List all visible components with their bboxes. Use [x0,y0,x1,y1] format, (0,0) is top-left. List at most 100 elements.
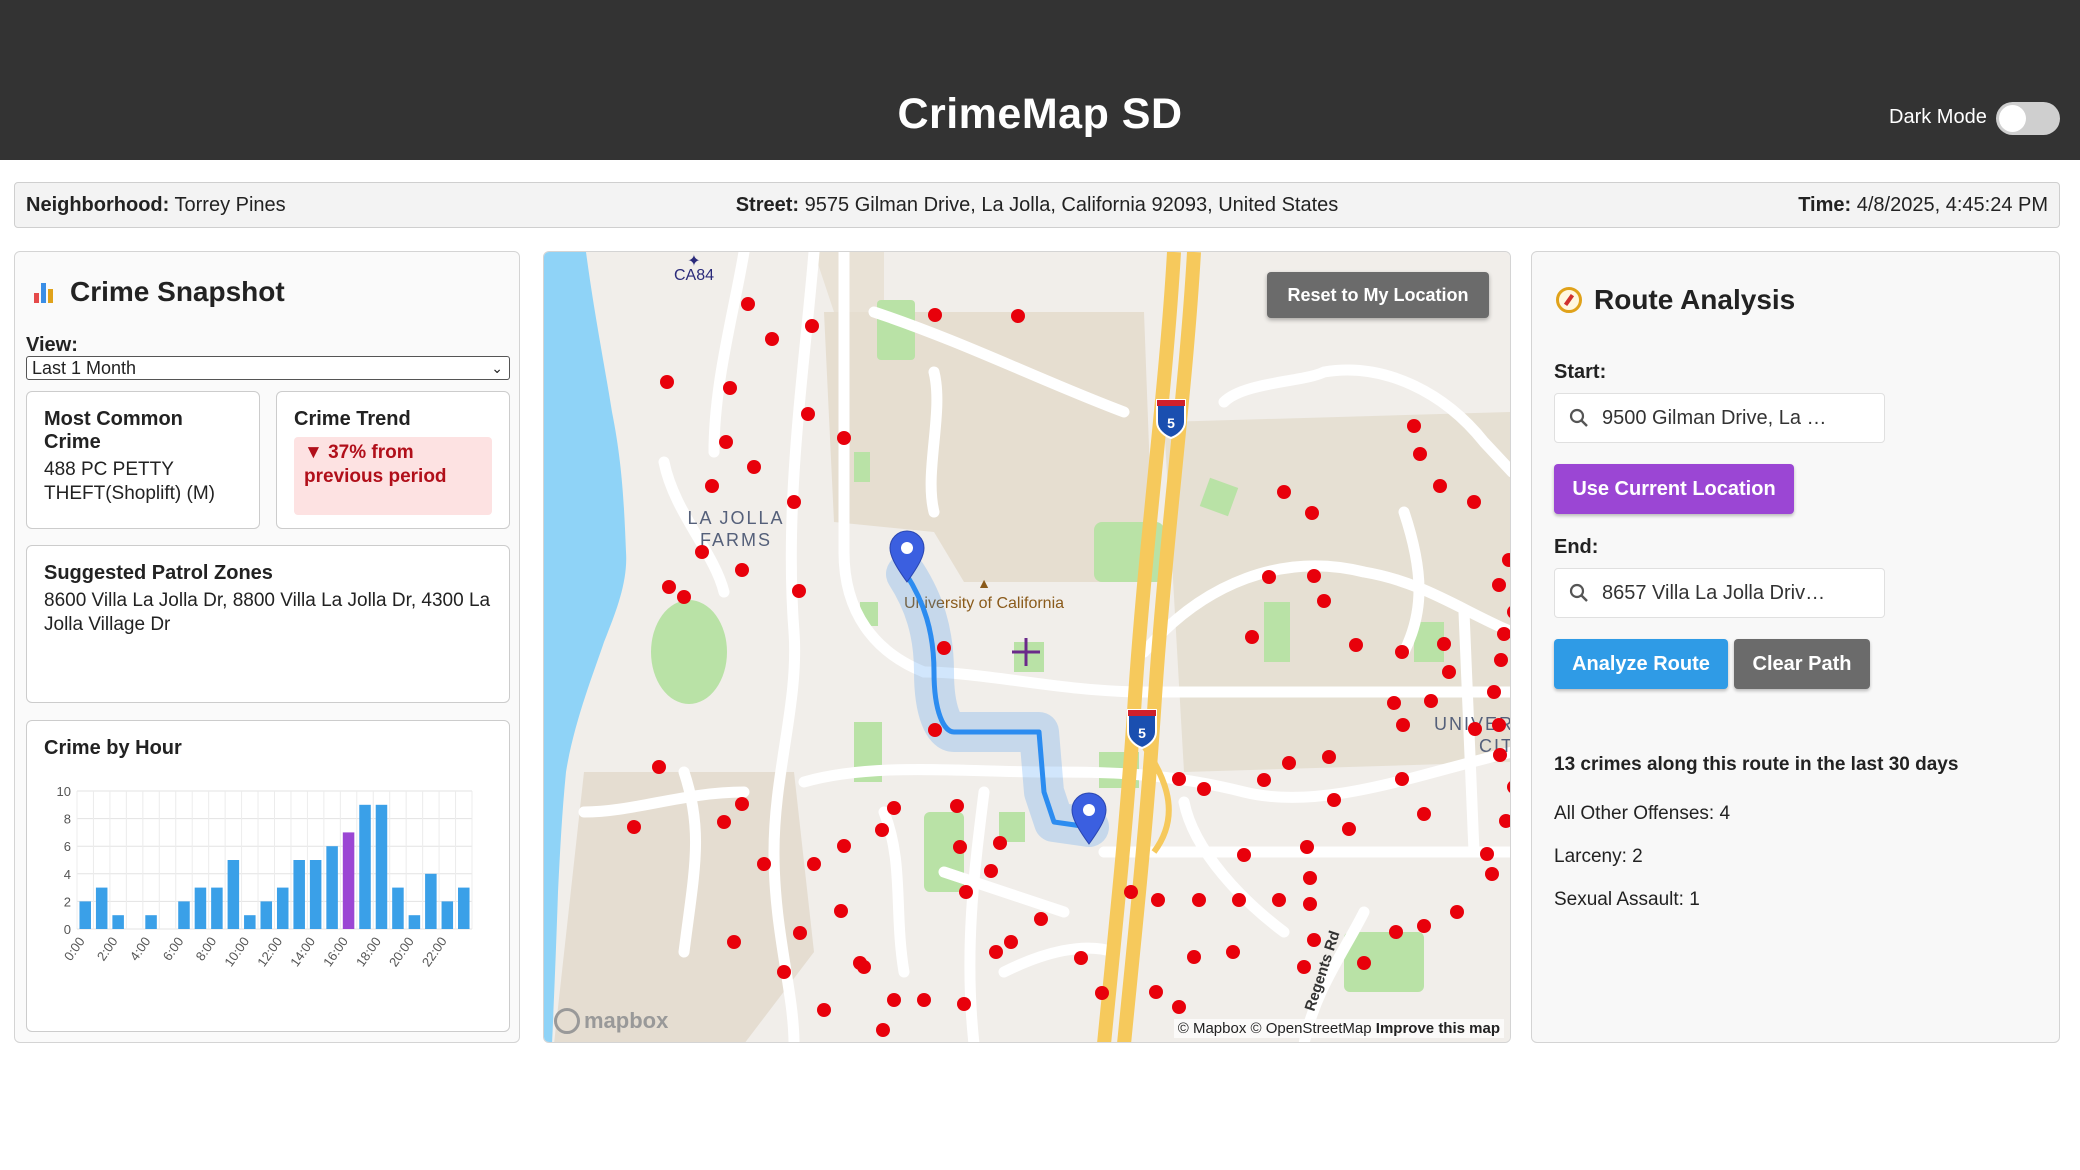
crime-marker[interactable] [1395,772,1409,786]
crime-marker[interactable] [695,545,709,559]
crime-marker[interactable] [876,1023,890,1037]
dark-mode-toggle[interactable] [1996,102,2060,135]
crime-marker[interactable] [1172,772,1186,786]
crime-marker[interactable] [627,820,641,834]
crime-marker[interactable] [1322,750,1336,764]
attribution-text[interactable]: © Mapbox © OpenStreetMap [1178,1020,1372,1037]
crime-marker[interactable] [937,641,951,655]
crime-marker[interactable] [1497,627,1511,641]
crime-marker[interactable] [1262,570,1276,584]
crime-marker[interactable] [1395,645,1409,659]
crime-marker[interactable] [1468,722,1482,736]
crime-marker[interactable] [1433,479,1447,493]
crime-marker[interactable] [1172,1000,1186,1014]
crime-marker[interactable] [705,479,719,493]
crime-marker[interactable] [805,319,819,333]
crime-marker[interactable] [1480,847,1494,861]
improve-map-link[interactable]: Improve this map [1376,1020,1500,1037]
crime-marker[interactable] [1300,840,1314,854]
crime-marker[interactable] [834,904,848,918]
crime-marker[interactable] [989,945,1003,959]
crime-marker[interactable] [735,797,749,811]
crime-marker[interactable] [1387,696,1401,710]
crime-marker[interactable] [1327,793,1341,807]
crime-marker[interactable] [727,935,741,949]
crime-marker[interactable] [1487,685,1501,699]
crime-marker[interactable] [1307,569,1321,583]
crime-marker[interactable] [1349,638,1363,652]
crime-marker[interactable] [1493,748,1507,762]
crime-marker[interactable] [917,993,931,1007]
crime-marker[interactable] [1282,756,1296,770]
crime-marker[interactable] [1467,495,1481,509]
crime-marker[interactable] [1297,960,1311,974]
crime-marker[interactable] [1303,897,1317,911]
crime-marker[interactable] [1389,925,1403,939]
end-input[interactable]: 8657 Villa La Jolla Driv… [1554,568,1885,618]
crime-marker[interactable] [857,960,871,974]
crime-marker[interactable] [793,926,807,940]
crime-marker[interactable] [1303,871,1317,885]
crime-marker[interactable] [1232,893,1246,907]
use-current-location-button[interactable]: Use Current Location [1554,464,1794,514]
crime-marker[interactable] [1305,506,1319,520]
crime-marker[interactable] [777,965,791,979]
crime-marker[interactable] [787,495,801,509]
mapbox-logo[interactable]: mapbox [554,1008,668,1034]
crime-marker[interactable] [1245,630,1259,644]
crime-marker[interactable] [887,801,901,815]
crime-marker[interactable] [717,815,731,829]
start-input[interactable]: 9500 Gilman Drive, La … [1554,393,1885,443]
crime-marker[interactable] [950,799,964,813]
crime-marker[interactable] [1074,951,1088,965]
view-select[interactable]: Last 1 Month ⌄ [26,356,510,380]
crime-marker[interactable] [1277,485,1291,499]
crime-marker[interactable] [875,823,889,837]
clear-path-button[interactable]: Clear Path [1734,639,1870,689]
crime-marker[interactable] [801,407,815,421]
crime-marker[interactable] [1357,956,1371,970]
crime-marker[interactable] [1413,447,1427,461]
crime-marker[interactable] [837,431,851,445]
crime-marker[interactable] [817,1003,831,1017]
crime-marker[interactable] [1034,912,1048,926]
crime-marker[interactable] [1485,867,1499,881]
crime-marker[interactable] [1011,309,1025,323]
crime-marker[interactable] [1192,893,1206,907]
crime-marker[interactable] [1417,919,1431,933]
crime-marker[interactable] [1257,773,1271,787]
crime-marker[interactable] [1417,807,1431,821]
crime-marker[interactable] [1494,653,1508,667]
crime-marker[interactable] [1396,718,1410,732]
crime-marker[interactable] [1437,637,1451,651]
crime-marker[interactable] [1342,822,1356,836]
crime-marker[interactable] [1004,935,1018,949]
crime-marker[interactable] [1272,893,1286,907]
crime-marker[interactable] [1492,718,1506,732]
crime-marker[interactable] [1424,694,1438,708]
crime-marker[interactable] [953,840,967,854]
crime-marker[interactable] [807,857,821,871]
crime-marker[interactable] [1149,985,1163,999]
crime-marker[interactable] [957,997,971,1011]
crime-marker[interactable] [719,435,733,449]
crime-marker[interactable] [741,297,755,311]
crime-marker[interactable] [747,460,761,474]
crime-marker[interactable] [1095,986,1109,1000]
crime-marker[interactable] [1226,945,1240,959]
crime-marker[interactable] [1237,848,1251,862]
crime-marker[interactable] [1307,933,1321,947]
crime-marker[interactable] [735,563,749,577]
crime-marker[interactable] [1187,950,1201,964]
crime-marker[interactable] [1442,665,1456,679]
analyze-route-button[interactable]: Analyze Route [1554,639,1728,689]
crime-marker[interactable] [1450,905,1464,919]
crime-marker[interactable] [837,839,851,853]
map-canvas[interactable]: 5 5 CA84 ✦ LA JOLLA FARMS University of … [544,252,1511,1043]
crime-marker[interactable] [984,864,998,878]
crime-marker[interactable] [1197,782,1211,796]
crime-marker[interactable] [757,857,771,871]
crime-marker[interactable] [993,836,1007,850]
crime-marker[interactable] [928,308,942,322]
crime-marker[interactable] [765,332,779,346]
